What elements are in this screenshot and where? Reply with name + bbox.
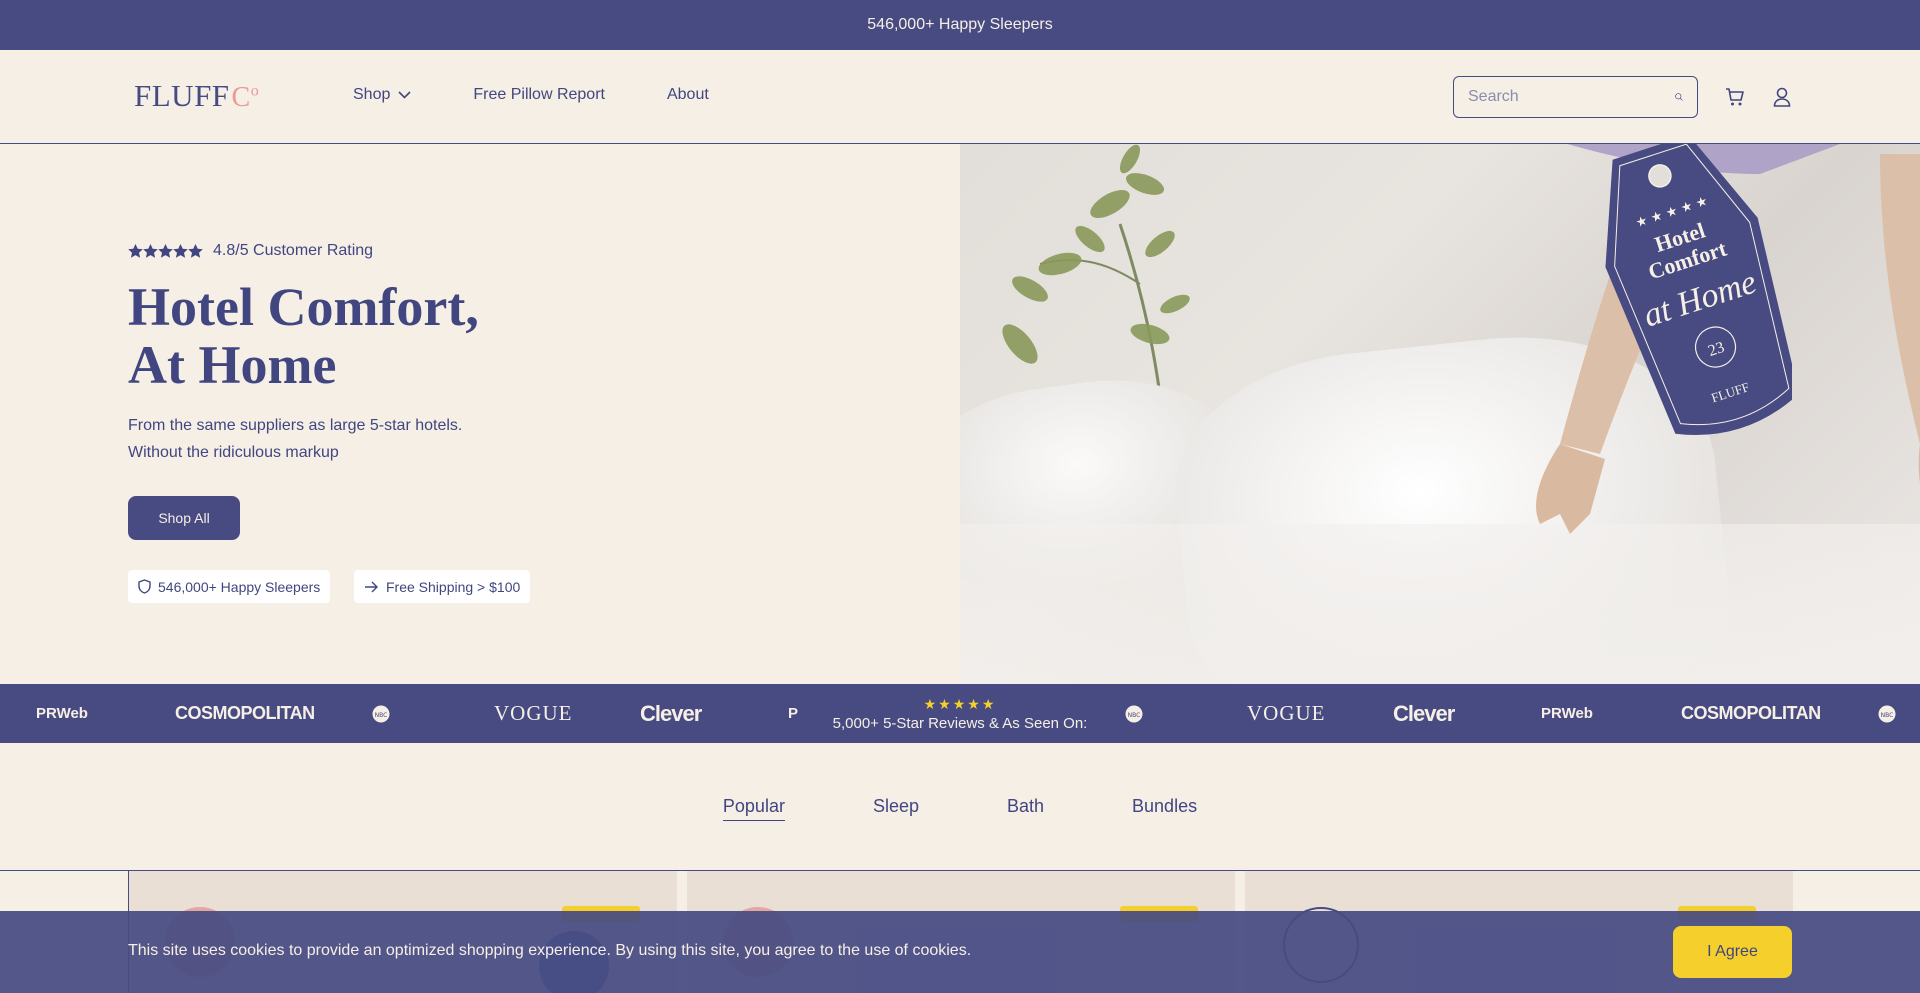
tab-popular[interactable]: Popular: [722, 796, 785, 821]
hero-content: 4.8/5 Customer Rating Hotel Comfort, At …: [0, 144, 960, 684]
badge-free-shipping-text: Free Shipping > $100: [386, 578, 521, 595]
reviews-caption-text: 5,000+ 5-Star Reviews & As Seen On:: [832, 714, 1088, 732]
nav-free-pillow-report[interactable]: Free Pillow Report: [473, 86, 605, 104]
announcement-bar: 546,000+ Happy Sleepers: [0, 0, 1920, 50]
hero-subtitle-line1: From the same suppliers as large 5-star …: [128, 417, 463, 434]
press-logo-prweb: PRWeb: [36, 705, 88, 722]
logo-co: Co: [231, 82, 260, 113]
nav-shop[interactable]: Shop: [353, 86, 411, 104]
rating-text: 4.8/5 Customer Rating: [213, 242, 374, 259]
press-logo-vogue-2: VOGUE: [1247, 701, 1326, 725]
search-icon[interactable]: [1675, 86, 1683, 108]
hero-subtitle-line2: Without the ridiculous markup: [128, 444, 339, 461]
press-logo-prweb-2: PRWeb: [1541, 705, 1593, 722]
press-logo-prweb-partial: P: [788, 705, 799, 722]
svg-text:NBC: NBC: [1881, 712, 1894, 719]
press-bar: PRWeb COSMOPOLITAN NBC VOGUE Clever P ★★…: [0, 684, 1920, 743]
brand-logo[interactable]: FLUFF Co: [134, 78, 259, 114]
agree-button[interactable]: I Agree: [1673, 926, 1792, 978]
site-header: FLUFF Co Shop Free Pillow Report About: [0, 50, 1920, 144]
chevron-down-icon: [398, 91, 411, 99]
logo-text: FLUFF: [134, 78, 230, 113]
cookie-banner: This site uses cookies to provide an opt…: [0, 911, 1920, 993]
tab-sleep[interactable]: Sleep: [873, 796, 919, 821]
press-logo-nbc-3: NBC: [1878, 684, 1896, 743]
free-shipping-badge: Free Shipping > $100: [354, 570, 531, 603]
svg-text:NBC: NBC: [375, 712, 388, 719]
press-logo-cosmopolitan-2: COSMOPOLITAN: [1681, 703, 1821, 723]
review-stars: ★★★★★: [923, 695, 997, 712]
arrow-right-icon: [365, 581, 378, 592]
nav-about-label: About: [666, 86, 709, 103]
hero-title-line1: Hotel Comfort,: [128, 277, 479, 337]
nbc-peacock-icon: NBC: [1125, 705, 1143, 722]
press-logo-nbc: NBC: [372, 684, 390, 743]
svg-text:NBC: NBC: [1128, 712, 1141, 719]
nav-shop-label: Shop: [353, 86, 391, 103]
rating-stars-icon: [128, 243, 204, 259]
press-logo-clever: Clever: [640, 700, 702, 726]
nbc-peacock-icon: NBC: [372, 705, 390, 722]
shield-icon: [138, 579, 151, 594]
search-box: [1453, 76, 1698, 118]
happy-sleepers-badge: 546,000+ Happy Sleepers: [128, 570, 331, 603]
tab-bath[interactable]: Bath: [1007, 796, 1044, 821]
account-icon[interactable]: [1770, 85, 1794, 109]
press-logo-cosmopolitan: COSMOPOLITAN: [175, 703, 315, 723]
press-logo-clever-2: Clever: [1393, 700, 1455, 726]
press-logo-nbc-2: NBC: [1125, 684, 1143, 743]
hero-title: Hotel Comfort, At Home: [128, 278, 479, 394]
nbc-peacock-icon: NBC: [1878, 705, 1896, 722]
hero-title-line2: At Home: [128, 335, 337, 395]
customer-rating: 4.8/5 Customer Rating: [128, 242, 373, 260]
category-tabs: Popular Sleep Bath Bundles: [0, 796, 1920, 821]
search-input[interactable]: [1468, 88, 1675, 106]
hotel-comfort-hangtag: ★ ★ ★ ★ ★ Hotel Comfort at Home 23 FLUFF: [1605, 144, 1792, 435]
press-reviews-caption: ★★★★★ 5,000+ 5-Star Reviews & As Seen On…: [826, 684, 1094, 743]
nav-report-label: Free Pillow Report: [473, 86, 605, 103]
main-nav: Shop Free Pillow Report About: [353, 86, 709, 104]
tab-bundles[interactable]: Bundles: [1132, 796, 1197, 821]
nav-about[interactable]: About: [667, 86, 709, 104]
badge-happy-sleepers-text: 546,000+ Happy Sleepers: [158, 578, 321, 595]
announcement-text: 546,000+ Happy Sleepers: [867, 16, 1053, 33]
cart-icon[interactable]: [1723, 85, 1747, 109]
cookie-message: This site uses cookies to provide an opt…: [128, 942, 972, 959]
hero-subtitle: From the same suppliers as large 5-star …: [128, 412, 462, 466]
press-logo-vogue: VOGUE: [494, 701, 573, 725]
shop-all-button[interactable]: Shop All: [128, 496, 240, 540]
hero-image: ★ ★ ★ ★ ★ Hotel Comfort at Home 23 FLUFF: [960, 144, 1920, 684]
